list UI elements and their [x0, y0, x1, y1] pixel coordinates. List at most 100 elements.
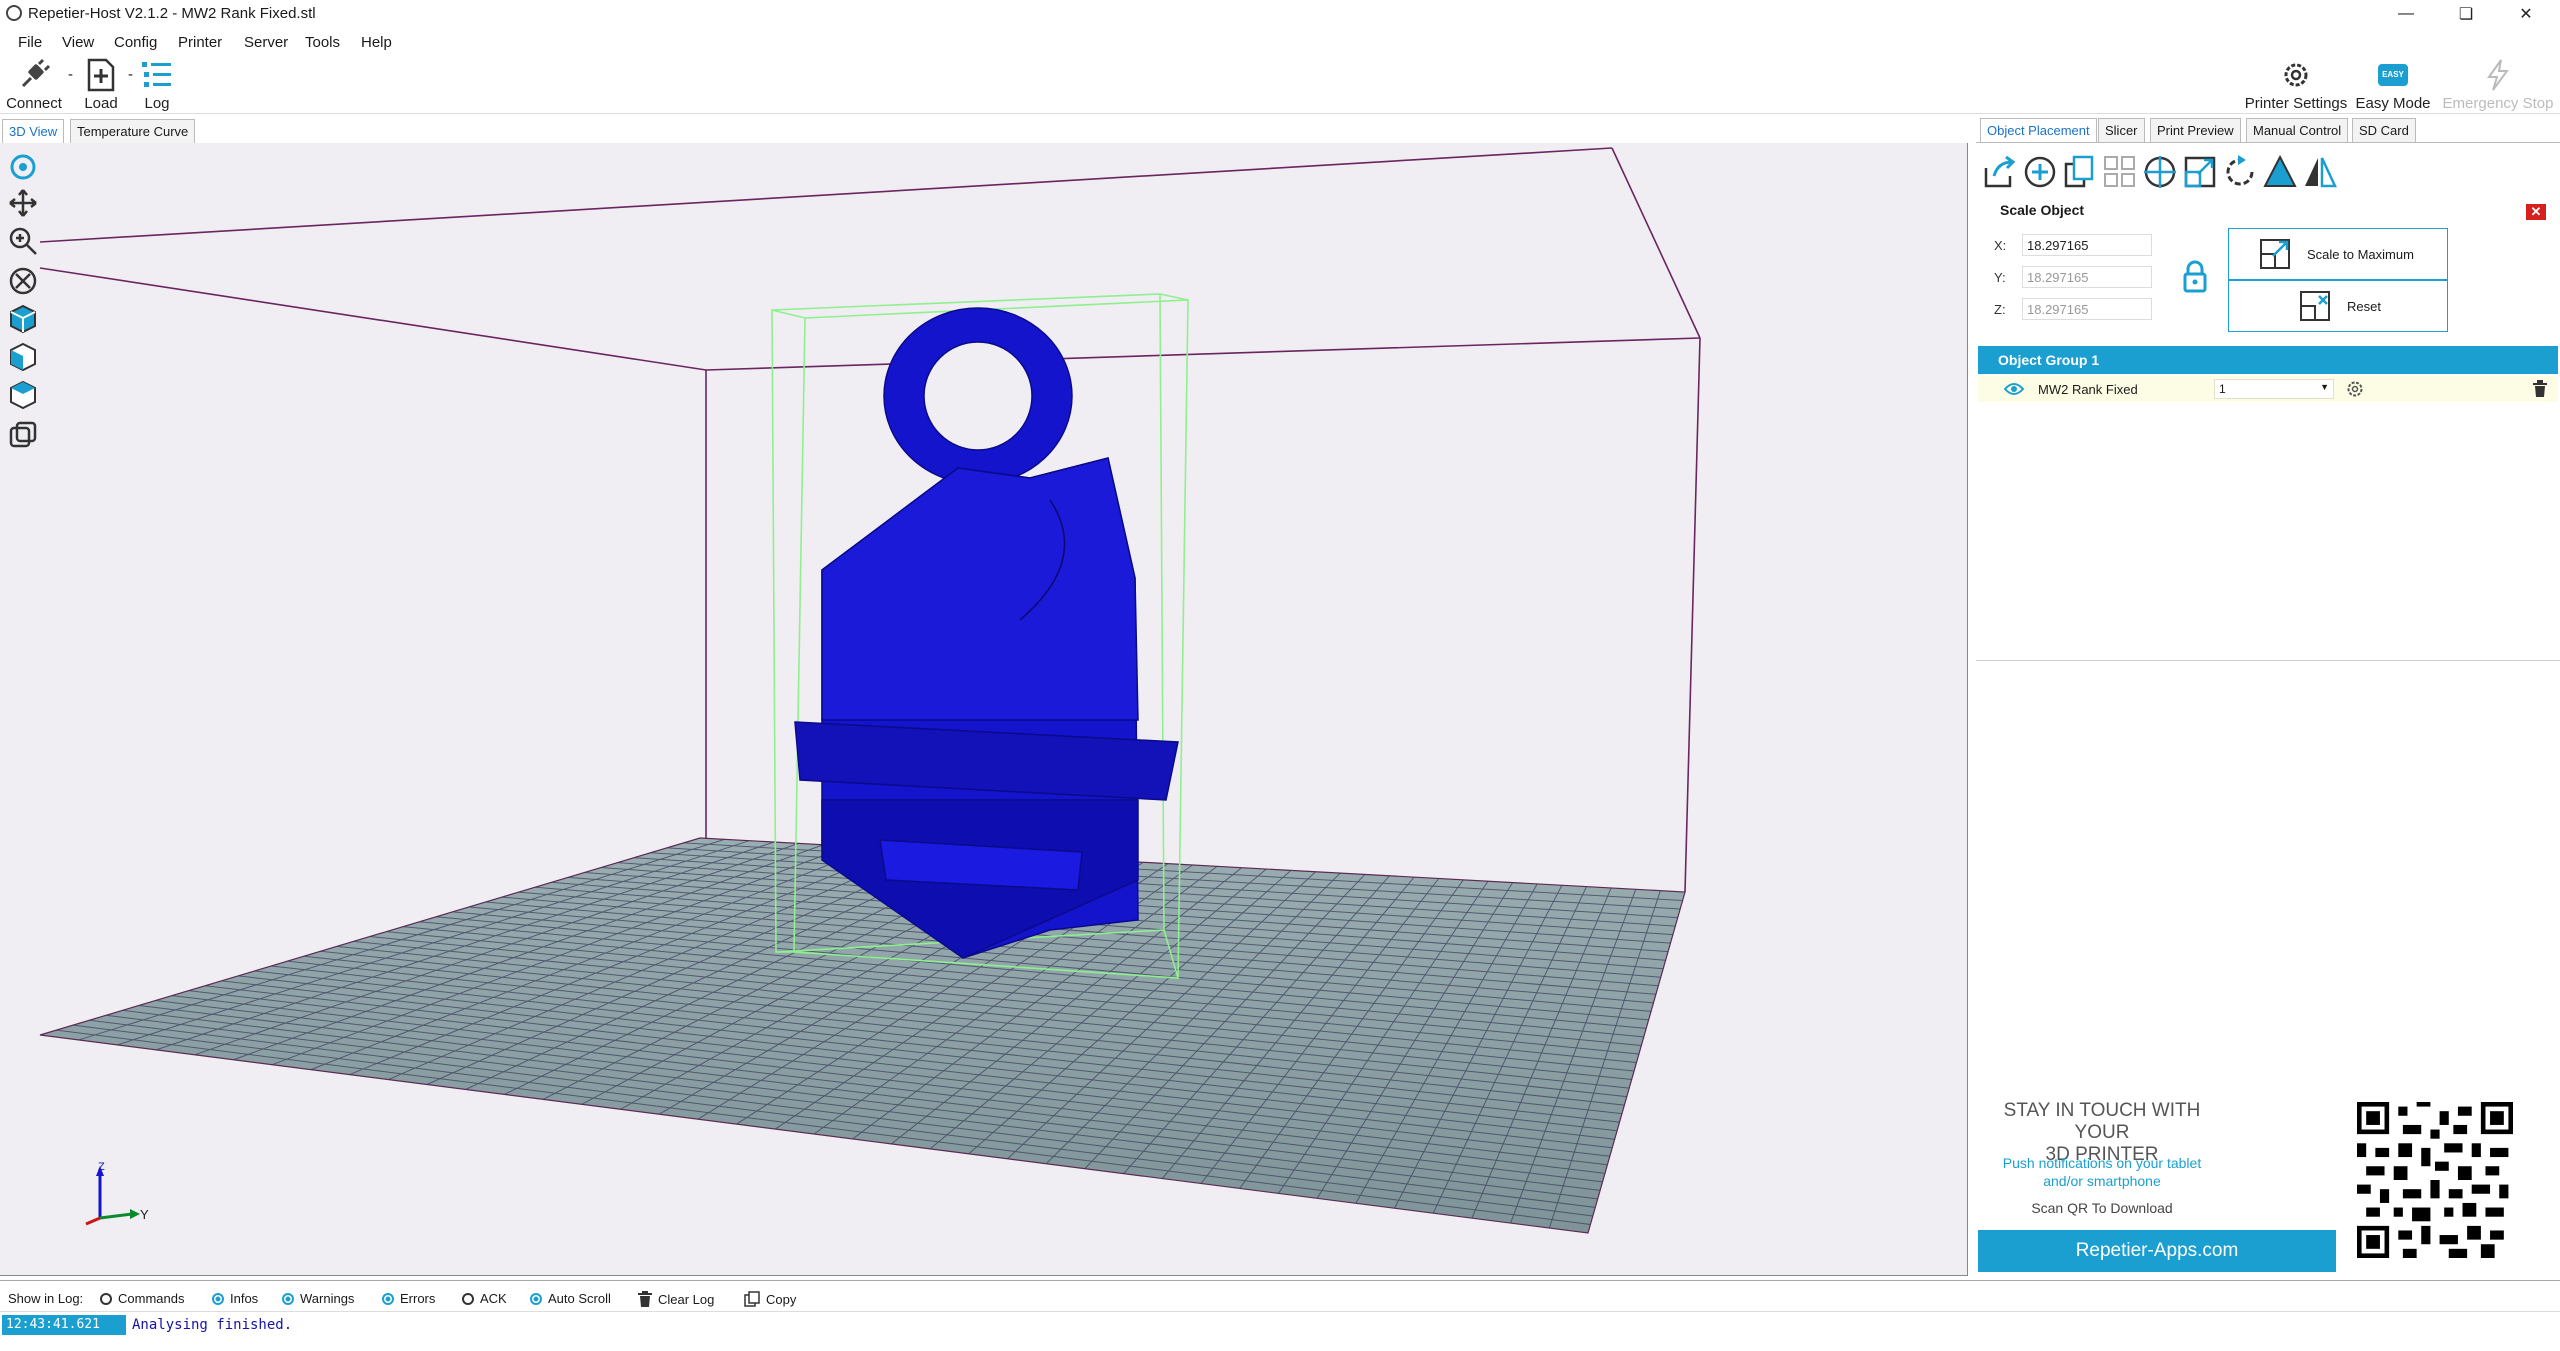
menu-help[interactable]: Help — [361, 34, 392, 51]
copy-log-button[interactable]: Copy — [744, 1291, 796, 1307]
log-option-auto-scroll[interactable]: Auto Scroll — [530, 1291, 611, 1306]
object-group-title: Object Group 1 — [1998, 352, 2100, 368]
log-option-errors[interactable]: Errors — [382, 1291, 435, 1306]
scale-x-input[interactable] — [2022, 234, 2152, 256]
tab-sd-card[interactable]: SD Card — [2352, 118, 2416, 142]
menu-config[interactable]: Config — [114, 34, 157, 51]
tab-3d-view[interactable]: 3D View — [2, 119, 65, 143]
log-list-icon — [142, 62, 171, 87]
close-button[interactable]: ✕ — [2496, 0, 2556, 28]
repetier-apps-link[interactable]: Repetier-Apps.com — [1978, 1230, 2336, 1272]
menu-file[interactable]: File — [18, 34, 42, 51]
lock-icon[interactable] — [2182, 260, 2208, 294]
easy-mode-button[interactable]: EASY Easy Mode — [2354, 58, 2432, 112]
front-view-icon[interactable] — [7, 341, 39, 373]
promo-headline-line-1: STAY IN TOUCH WITH YOUR — [2003, 1100, 2201, 1143]
z-axis-label: Z — [98, 1161, 105, 1173]
log-option-commands[interactable]: Commands — [100, 1291, 184, 1306]
log-option-infos[interactable]: Infos — [212, 1291, 258, 1306]
app-icon — [6, 5, 22, 21]
scale-icon[interactable] — [2182, 154, 2218, 190]
infos-radio[interactable] — [212, 1292, 224, 1305]
load-file-icon — [87, 58, 115, 92]
errors-label: Errors — [400, 1291, 436, 1306]
rotate-icon[interactable] — [7, 151, 39, 183]
tab-slicer[interactable]: Slicer — [2098, 118, 2145, 142]
scale-y-input[interactable] — [2022, 266, 2152, 288]
menu-tools[interactable]: Tools — [305, 34, 340, 51]
top-view-icon[interactable] — [7, 379, 39, 411]
promo-scan-text: Scan QR To Download — [2031, 1200, 2173, 1216]
minimize-button[interactable]: — — [2376, 0, 2436, 28]
reset-icon — [2300, 291, 2330, 321]
reset-scale-button[interactable]: Reset — [2228, 280, 2448, 332]
copies-dropdown[interactable]: 1 ▼ — [2214, 379, 2334, 399]
trash-icon[interactable] — [2532, 380, 2548, 398]
rotate-object-icon[interactable] — [2222, 154, 2258, 190]
log-message: Analysing finished. — [132, 1317, 293, 1333]
ack-radio[interactable] — [462, 1292, 474, 1305]
chevron-down-icon: ▼ — [2320, 382, 2329, 392]
iso-view-icon[interactable] — [7, 303, 39, 335]
move-icon[interactable] — [7, 187, 39, 219]
infos-label: Infos — [230, 1291, 259, 1306]
toggle-views-icon[interactable] — [7, 419, 39, 451]
object-row[interactable]: MW2 Rank Fixed 1 ▼ — [1978, 376, 2558, 402]
tab-object-placement[interactable]: Object Placement — [1980, 118, 2097, 142]
3d-viewport[interactable]: Z Y — [0, 143, 1968, 1276]
settings-gear-icon[interactable] — [2346, 380, 2364, 398]
errors-radio[interactable] — [382, 1292, 394, 1305]
scale-to-maximum-label: Scale to Maximum — [2307, 246, 2414, 262]
commands-radio[interactable] — [100, 1292, 112, 1305]
fit-view-icon[interactable] — [7, 265, 39, 297]
eye-icon[interactable] — [2004, 382, 2024, 396]
ack-label: ACK — [480, 1291, 507, 1306]
emergency-stop-button[interactable]: Emergency Stop — [2440, 58, 2556, 112]
right-panel: Object Placement Slicer Print Preview Ma… — [1976, 114, 2560, 1276]
tab-print-preview[interactable]: Print Preview — [2150, 118, 2241, 142]
add-object-icon[interactable] — [1982, 154, 2018, 190]
log-panel: Show in Log: Commands Infos Warnings Err… — [0, 1280, 2560, 1351]
scale-z-input[interactable] — [2022, 298, 2152, 320]
tab-temperature-curve[interactable]: Temperature Curve — [70, 119, 196, 143]
connect-label: Connect — [6, 95, 62, 112]
close-panel-button[interactable]: ✕ — [2526, 204, 2546, 220]
emergency-stop-label: Emergency Stop — [2442, 95, 2554, 112]
add-part-icon[interactable] — [2022, 154, 2058, 190]
connect-dropdown-arrow[interactable]: - — [68, 66, 74, 96]
print-bed — [39, 837, 1686, 1234]
lightning-icon — [2487, 59, 2509, 91]
log-option-ack[interactable]: ACK — [462, 1291, 507, 1306]
zoom-icon[interactable] — [7, 225, 39, 257]
menu-view[interactable]: View — [62, 34, 94, 51]
warnings-radio[interactable] — [282, 1292, 294, 1305]
printer-settings-label: Printer Settings — [2244, 95, 2348, 112]
promo-sub-line-1: Push notifications on your tablet — [2002, 1155, 2202, 1171]
menu-server[interactable]: Server — [244, 34, 288, 51]
autoposition-icon[interactable] — [2102, 154, 2138, 190]
maximize-button[interactable]: ❏ — [2436, 0, 2496, 28]
load-button[interactable]: Load — [80, 58, 122, 112]
scale-object-heading: Scale Object — [2000, 202, 2085, 218]
trash-icon — [638, 1291, 652, 1307]
tab-manual-control[interactable]: Manual Control — [2246, 118, 2349, 142]
auto-scroll-radio[interactable] — [530, 1292, 542, 1305]
log-button[interactable]: Log — [138, 58, 176, 112]
object-group-header[interactable]: Object Group 1 — [1978, 346, 2558, 374]
connect-button[interactable]: Connect — [5, 58, 63, 112]
load-dropdown-arrow[interactable]: - — [128, 66, 134, 96]
load-label: Load — [84, 95, 118, 112]
promo-sub-line-2: and/or smartphone — [2043, 1173, 2161, 1189]
center-object-icon[interactable] — [2142, 154, 2178, 190]
copies-value: 1 — [2219, 382, 2226, 396]
mirror-icon[interactable] — [2302, 154, 2338, 190]
cut-icon[interactable] — [2262, 154, 2298, 190]
menu-printer[interactable]: Printer — [178, 34, 222, 51]
promo-subtitle: Push notifications on your tablet and/or… — [1982, 1154, 2222, 1190]
printer-settings-button[interactable]: Printer Settings — [2244, 58, 2348, 112]
log-option-warnings[interactable]: Warnings — [282, 1291, 354, 1306]
clear-log-button[interactable]: Clear Log — [638, 1291, 714, 1307]
scale-to-maximum-button[interactable]: Scale to Maximum — [2228, 228, 2448, 280]
copy-objects-icon[interactable] — [2062, 154, 2098, 190]
show-in-log-label: Show in Log: — [8, 1291, 84, 1306]
